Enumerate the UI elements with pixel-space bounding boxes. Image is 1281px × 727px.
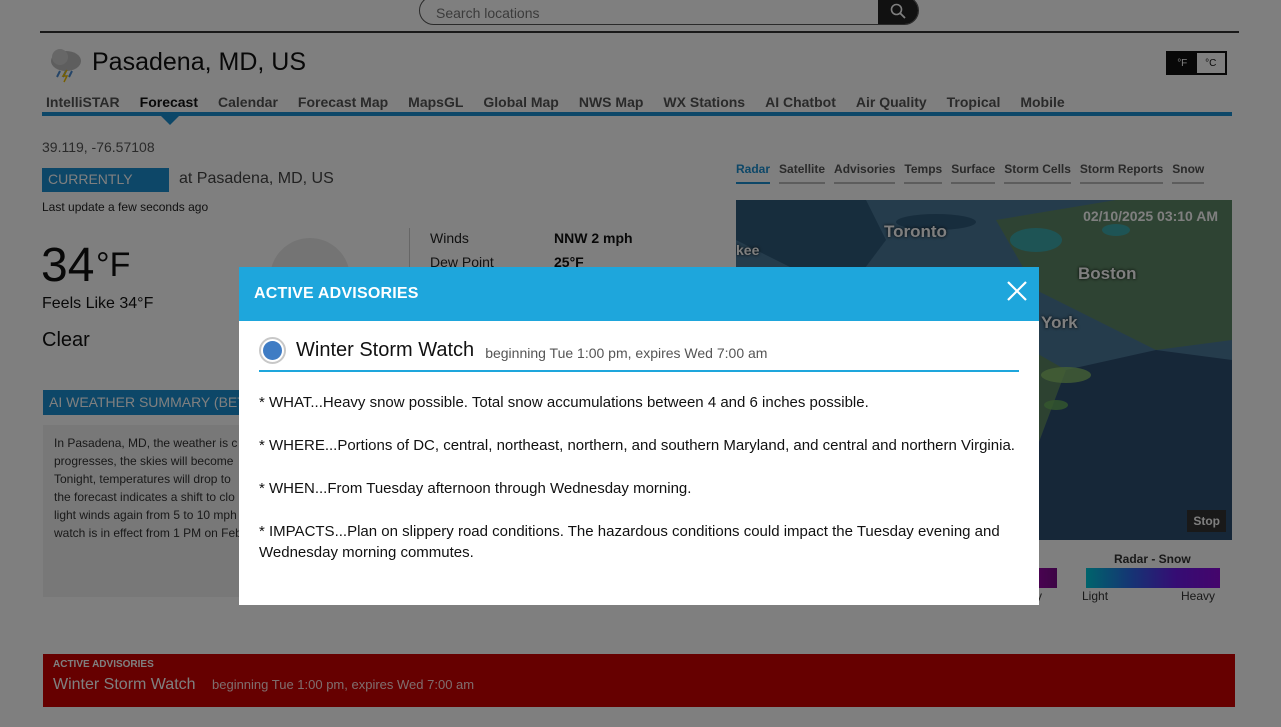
modal-title: ACTIVE ADVISORIES	[254, 285, 419, 302]
modal-header: ACTIVE ADVISORIES	[239, 267, 1039, 321]
advisory-paragraph-where: * WHERE...Portions of DC, central, north…	[259, 437, 1015, 454]
advisory-paragraph-impacts: * IMPACTS...Plan on slippery road condit…	[259, 523, 1000, 561]
advisory-color-dot	[263, 341, 282, 360]
close-icon[interactable]	[1005, 279, 1029, 303]
advisory-paragraph-what: * WHAT...Heavy snow possible. Total snow…	[259, 394, 869, 411]
advisory-name: Winter Storm Watch	[296, 339, 475, 361]
modal-body: Winter Storm Watch beginning Tue 1:00 pm…	[239, 321, 1039, 563]
advisories-modal: ACTIVE ADVISORIES Winter Storm Watch beg…	[239, 267, 1039, 605]
advisory-time: beginning Tue 1:00 pm, expires Wed 7:00 …	[485, 344, 768, 361]
advisory-color-icon	[259, 337, 286, 364]
advisory-paragraph-when: * WHEN...From Tuesday afternoon through …	[259, 480, 692, 497]
advisory-description: * WHAT...Heavy snow possible. Total snow…	[259, 392, 1019, 563]
advisory-heading: Winter Storm Watch beginning Tue 1:00 pm…	[259, 337, 1019, 372]
